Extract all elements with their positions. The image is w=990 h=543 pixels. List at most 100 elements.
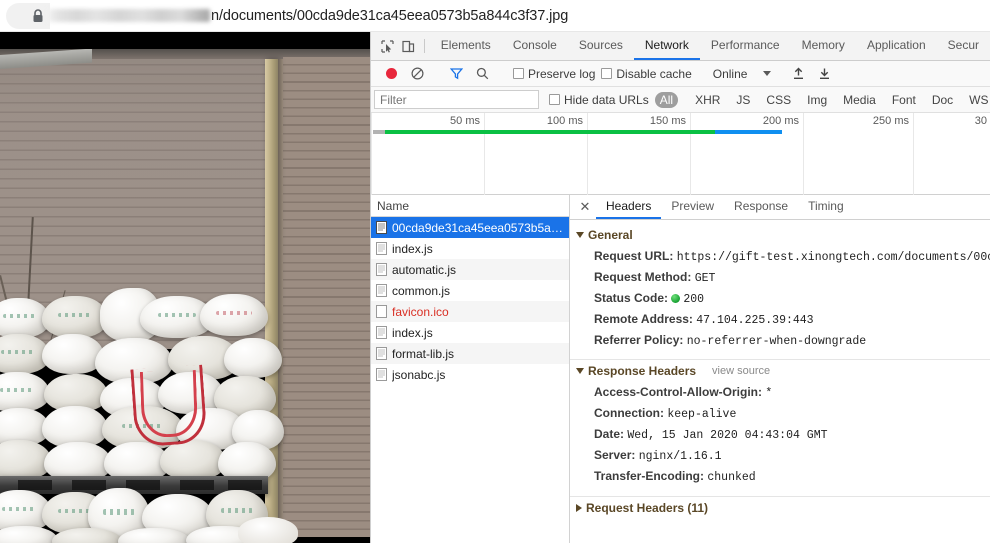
type-filter-all[interactable]: All: [654, 91, 679, 108]
tab-security[interactable]: Secur: [937, 32, 990, 60]
detail-tab-headers[interactable]: Headers: [596, 195, 662, 219]
disable-cache-checkbox[interactable]: Disable cache: [601, 66, 692, 81]
hide-data-urls-checkbox[interactable]: Hide data URLs: [549, 93, 649, 107]
devtools-panel: Elements Console Sources Network Perform…: [370, 32, 990, 543]
type-filter-doc[interactable]: Doc: [927, 92, 958, 108]
redacted-domain: [48, 9, 210, 22]
general-section-title: General: [588, 228, 633, 242]
table-row[interactable]: favicon.ico: [371, 301, 569, 322]
request-list: Name 00cda9de31ca45eea0573b5a8… index.js: [371, 195, 570, 543]
disable-cache-label: Disable cache: [616, 66, 692, 81]
document-icon: [376, 263, 387, 276]
timeline-tick-label: 200 ms: [762, 115, 799, 127]
tab-performance[interactable]: Performance: [700, 32, 791, 60]
type-filter-img[interactable]: Img: [802, 92, 832, 108]
preserve-log-checkbox[interactable]: Preserve log: [513, 67, 595, 81]
request-headers-section-header[interactable]: Request Headers (11): [570, 497, 990, 519]
header-key: Remote Address:: [594, 311, 693, 326]
document-icon: [376, 284, 387, 297]
header-row: Transfer-Encoding: chunked: [570, 466, 990, 487]
tab-application[interactable]: Application: [856, 32, 937, 60]
document-icon: [376, 326, 387, 339]
table-row[interactable]: common.js: [371, 280, 569, 301]
tab-network[interactable]: Network: [633, 32, 700, 60]
warehouse-photo: [0, 49, 370, 543]
detail-tab-response[interactable]: Response: [724, 195, 798, 219]
tab-memory[interactable]: Memory: [791, 32, 856, 60]
general-section-header[interactable]: General: [570, 224, 990, 246]
request-name: index.js: [392, 241, 433, 256]
network-overview-timeline[interactable]: 50 ms 100 ms 150 ms 200 ms 250 ms 30: [371, 113, 990, 195]
header-value: no-referrer-when-downgrade: [686, 334, 867, 348]
table-row[interactable]: jsonabc.js: [371, 364, 569, 385]
type-filter-ws[interactable]: WS: [964, 92, 990, 108]
header-row: Status Code: 200: [570, 288, 990, 309]
type-filter-css[interactable]: CSS: [761, 92, 796, 108]
type-filter-media[interactable]: Media: [838, 92, 881, 108]
tab-sources[interactable]: Sources: [568, 32, 634, 60]
document-icon: [376, 368, 387, 381]
document-icon: [376, 347, 387, 360]
export-har-icon: [819, 68, 829, 80]
import-har-button[interactable]: [786, 63, 810, 85]
brick-wall-right: [283, 57, 370, 537]
document-icon: [376, 221, 387, 234]
request-name: jsonabc.js: [392, 367, 446, 382]
site-security-indicator[interactable]: [6, 2, 50, 29]
header-row: Referrer Policy: no-referrer-when-downgr…: [570, 330, 990, 351]
checkbox-box: [549, 94, 560, 105]
pillar-edge: [278, 59, 283, 529]
address-bar[interactable]: n/documents/00cda9de31ca45eea0573b5a844c…: [0, 0, 990, 32]
request-name: automatic.js: [392, 262, 457, 277]
header-row: Date: Wed, 15 Jan 2020 04:43:04 GMT: [570, 424, 990, 445]
header-key: Connection:: [594, 405, 664, 420]
timeline-tick-label: 250 ms: [872, 115, 909, 127]
request-list-header[interactable]: Name: [371, 195, 569, 217]
clear-button[interactable]: [405, 63, 429, 85]
table-row[interactable]: 00cda9de31ca45eea0573b5a8…: [371, 217, 569, 238]
table-row[interactable]: automatic.js: [371, 259, 569, 280]
timeline-tick-label: 30: [974, 115, 987, 127]
header-key: Access-Control-Allow-Origin:: [594, 384, 763, 399]
tab-elements[interactable]: Elements: [430, 32, 502, 60]
chevron-down-icon: [576, 232, 584, 238]
record-button[interactable]: [379, 63, 403, 85]
timeline-tick-label: 150 ms: [649, 115, 686, 127]
export-har-button[interactable]: [812, 63, 836, 85]
throttle-select[interactable]: Online: [713, 67, 772, 81]
close-icon[interactable]: ✕: [574, 195, 596, 219]
header-value: 200: [683, 292, 705, 306]
chevron-down-icon: [576, 368, 584, 374]
response-headers-section-header[interactable]: Response Headers view source: [570, 360, 990, 382]
type-filter-xhr[interactable]: XHR: [690, 92, 725, 108]
type-filter-font[interactable]: Font: [887, 92, 921, 108]
filter-input[interactable]: [374, 90, 539, 109]
detail-tab-preview[interactable]: Preview: [661, 195, 724, 219]
inspect-element-icon[interactable]: [377, 32, 398, 60]
url-text: n/documents/00cda9de31ca45eea0573b5a844c…: [211, 7, 569, 24]
header-value: Wed, 15 Jan 2020 04:43:04 GMT: [627, 428, 828, 442]
browser-window: n/documents/00cda9de31ca45eea0573b5a844c…: [0, 0, 990, 543]
type-filter-js[interactable]: JS: [731, 92, 755, 108]
request-name: common.js: [392, 283, 451, 298]
image-viewer: [0, 32, 370, 543]
table-row[interactable]: index.js: [371, 322, 569, 343]
search-button[interactable]: [470, 63, 494, 85]
filter-toggle-button[interactable]: [444, 63, 468, 85]
table-row[interactable]: format-lib.js: [371, 343, 569, 364]
header-key: Request Method:: [594, 269, 692, 284]
clear-icon: [410, 67, 424, 80]
device-toolbar-icon[interactable]: [398, 32, 419, 60]
hide-data-urls-label: Hide data URLs: [564, 92, 649, 107]
tab-console[interactable]: Console: [502, 32, 568, 60]
table-row[interactable]: index.js: [371, 238, 569, 259]
network-split-view: Name 00cda9de31ca45eea0573b5a8… index.js: [371, 195, 990, 543]
detail-tab-timing[interactable]: Timing: [798, 195, 854, 219]
request-name: index.js: [392, 325, 433, 340]
header-row: Request URL: https://gift-test.xinongtec…: [570, 246, 990, 267]
header-row: Access-Control-Allow-Origin: *: [570, 382, 990, 403]
view-source-link[interactable]: view source: [712, 365, 770, 377]
request-detail-pane: ✕ Headers Preview Response Timing Genera…: [570, 195, 990, 543]
filter-funnel-icon: [449, 68, 463, 80]
url-pill[interactable]: n/documents/00cda9de31ca45eea0573b5a844c…: [6, 2, 990, 29]
